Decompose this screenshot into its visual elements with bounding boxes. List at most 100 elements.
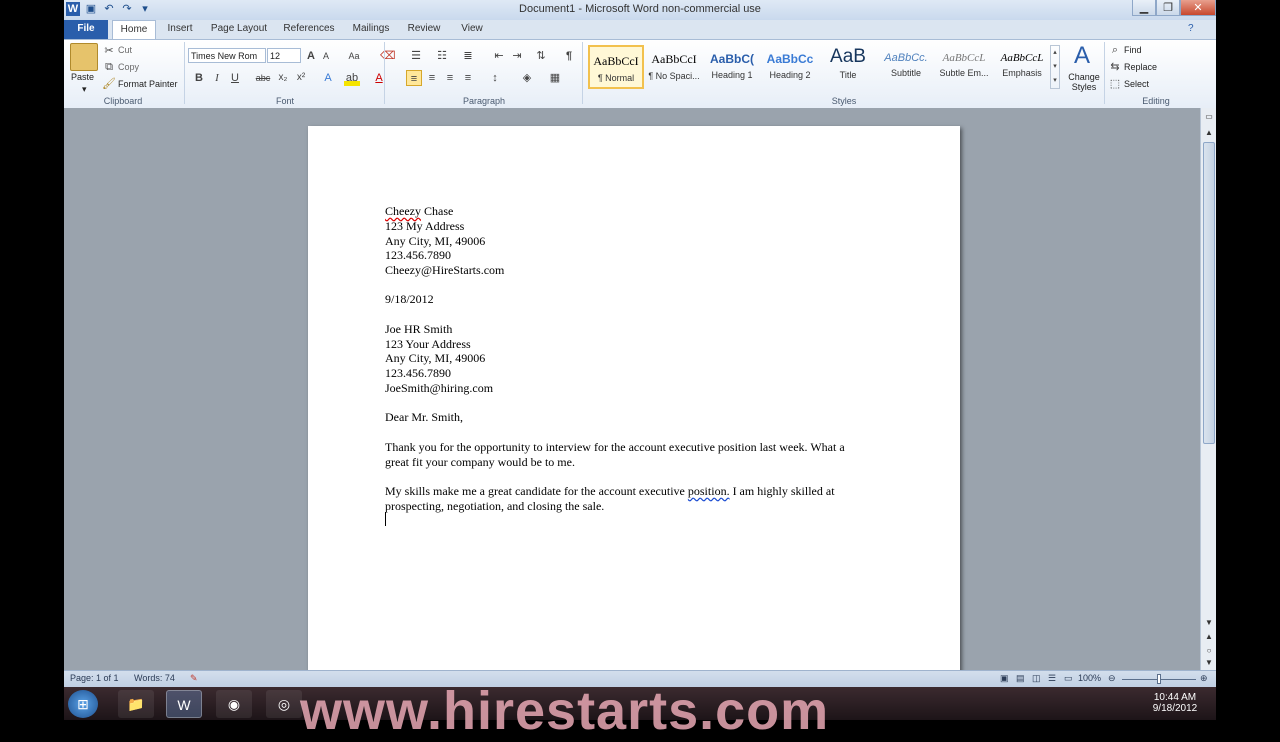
show-formatting-icon[interactable]: ¶ xyxy=(562,48,576,64)
draft-icon[interactable]: ▭ xyxy=(1064,673,1073,684)
outline-icon[interactable]: ☰ xyxy=(1048,673,1056,684)
previous-page-icon[interactable]: ▲ xyxy=(1202,630,1216,644)
style-heading-2[interactable]: AaBbCc Heading 2 xyxy=(762,45,818,89)
vertical-scrollbar[interactable]: ▭ ▲ ▼ ▲ ○ ▼ xyxy=(1200,108,1216,670)
zoom-slider-thumb[interactable] xyxy=(1157,674,1161,684)
find-button[interactable]: Find xyxy=(1124,45,1142,55)
maximize-button[interactable]: ❐ xyxy=(1156,0,1180,16)
bold-button[interactable]: B xyxy=(192,70,206,86)
zoom-level[interactable]: 100% xyxy=(1078,673,1101,683)
text-effects-icon[interactable]: A xyxy=(320,70,336,86)
tab-home[interactable]: Home xyxy=(112,20,156,39)
tab-insert[interactable]: Insert xyxy=(160,20,200,39)
recorder-taskbar-icon[interactable]: ◎ xyxy=(266,690,302,718)
app-taskbar-icon[interactable]: ◉ xyxy=(216,690,252,718)
highlight-icon[interactable]: ab xyxy=(344,70,360,86)
paragraph-group-label: Paragraph xyxy=(462,96,506,106)
close-button[interactable]: ✕ xyxy=(1180,0,1216,16)
zoom-in-icon[interactable]: ⊕ xyxy=(1200,673,1208,684)
clock-time: 10:44 AM xyxy=(1153,692,1197,703)
clipboard-group-label: Clipboard xyxy=(103,96,143,106)
full-screen-reading-icon[interactable]: ▤ xyxy=(1016,673,1025,684)
underline-button[interactable]: U xyxy=(228,70,242,86)
replace-button[interactable]: Replace xyxy=(1124,62,1157,72)
word-count[interactable]: Words: 74 xyxy=(134,673,175,683)
style-subtle-emphasis[interactable]: AaBbCcL Subtle Em... xyxy=(936,45,992,89)
help-icon[interactable]: ? xyxy=(1188,23,1194,34)
document-line: prospecting, negotiation, and closing th… xyxy=(385,499,605,513)
decrease-indent-icon[interactable]: ⇤ xyxy=(492,48,506,64)
increase-indent-icon[interactable]: ⇥ xyxy=(510,48,524,64)
tab-page-layout[interactable]: Page Layout xyxy=(206,20,272,39)
style-name: Heading 2 xyxy=(769,70,811,80)
change-case-button[interactable]: Aa xyxy=(344,48,364,64)
page-count[interactable]: Page: 1 of 1 xyxy=(70,673,119,683)
document-line: great fit your company would be to me. xyxy=(385,455,575,469)
align-left-icon[interactable]: ≡ xyxy=(406,70,422,86)
system-clock[interactable]: 10:44 AM 9/18/2012 xyxy=(1140,692,1210,714)
explorer-taskbar-icon[interactable]: 📁 xyxy=(118,690,154,718)
ruler-toggle-icon[interactable]: ▭ xyxy=(1202,110,1216,124)
subscript-button[interactable]: x₂ xyxy=(276,70,290,86)
format-painter-button[interactable]: Format Painter xyxy=(118,79,178,89)
text-cursor xyxy=(385,512,386,526)
numbering-icon[interactable]: ☷ xyxy=(434,48,450,64)
styles-scroll-icon[interactable]: ▴ ▾ ▾ xyxy=(1050,45,1060,89)
proofing-icon[interactable]: ✎ xyxy=(190,673,198,684)
style-heading-1[interactable]: AaBbC( Heading 1 xyxy=(704,45,760,89)
grow-font-icon[interactable]: A xyxy=(304,48,318,64)
zoom-out-icon[interactable]: ⊖ xyxy=(1108,673,1116,684)
style-subtitle[interactable]: AaBbCc. Subtitle xyxy=(878,45,934,89)
style-title[interactable]: AaB Title xyxy=(820,45,876,89)
font-size-combo[interactable]: 12 xyxy=(267,48,301,63)
tab-review[interactable]: Review xyxy=(402,20,446,39)
style-normal[interactable]: AaBbCcI ¶ Normal xyxy=(588,45,644,89)
bullets-icon[interactable]: ☰ xyxy=(408,48,424,64)
scroll-down-icon[interactable]: ▼ xyxy=(1202,616,1216,630)
minimize-button[interactable]: ▁ xyxy=(1132,0,1156,16)
scrollbar-thumb[interactable] xyxy=(1203,142,1215,444)
select-button[interactable]: Select xyxy=(1124,79,1149,89)
tab-file[interactable]: File xyxy=(64,20,108,39)
align-right-icon[interactable]: ≡ xyxy=(442,70,458,86)
justify-icon[interactable]: ≡ xyxy=(460,70,476,86)
borders-icon[interactable]: ▦ xyxy=(546,70,564,86)
multilevel-list-icon[interactable]: ≣ xyxy=(460,48,476,64)
paste-icon[interactable] xyxy=(70,43,98,71)
strikethrough-button[interactable]: abc xyxy=(254,70,272,86)
document-line: 123.456.7890 xyxy=(385,366,451,380)
start-button[interactable]: ⊞ xyxy=(68,690,98,718)
change-styles-button[interactable]: Change Styles xyxy=(1066,72,1102,92)
font-name-combo[interactable]: Times New Rom xyxy=(188,48,266,63)
style-emphasis[interactable]: AaBbCcL Emphasis xyxy=(994,45,1050,89)
style-name: ¶ Normal xyxy=(597,73,635,83)
style-sample: AaBbC( xyxy=(710,52,754,66)
clear-formatting-icon[interactable]: ⌫ xyxy=(380,48,396,64)
shading-icon[interactable]: ◈ xyxy=(518,70,536,86)
copy-button[interactable]: Copy xyxy=(118,62,139,72)
word-taskbar-icon[interactable]: W xyxy=(166,690,202,718)
tab-mailings[interactable]: Mailings xyxy=(346,20,396,39)
italic-button[interactable]: I xyxy=(210,70,224,86)
print-layout-icon[interactable]: ▣ xyxy=(1000,673,1009,684)
shrink-font-icon[interactable]: A xyxy=(320,48,332,64)
cut-button[interactable]: Cut xyxy=(118,45,132,55)
line-spacing-icon[interactable]: ↕ xyxy=(486,70,504,86)
grammar-error[interactable]: position. xyxy=(688,484,730,498)
tab-view[interactable]: View xyxy=(452,20,492,39)
tab-references[interactable]: References xyxy=(278,20,340,39)
scroll-up-icon[interactable]: ▲ xyxy=(1202,126,1216,140)
document-line: 9/18/2012 xyxy=(385,292,434,306)
superscript-button[interactable]: x² xyxy=(294,70,308,86)
paste-dropdown-icon[interactable]: ▾ xyxy=(82,84,87,95)
next-page-icon[interactable]: ▼ xyxy=(1202,656,1216,670)
spelling-error[interactable]: Cheezy xyxy=(385,204,421,218)
align-center-icon[interactable]: ≡ xyxy=(424,70,440,86)
paste-button[interactable]: Paste xyxy=(71,72,94,82)
style-name: Heading 1 xyxy=(711,70,753,80)
web-layout-icon[interactable]: ◫ xyxy=(1032,673,1041,684)
styles-group-label: Styles xyxy=(831,96,857,106)
group-separator xyxy=(384,42,385,104)
sort-icon[interactable]: ⇅ xyxy=(534,48,548,64)
style-no-spacing[interactable]: AaBbCcI ¶ No Spaci... xyxy=(646,45,702,89)
